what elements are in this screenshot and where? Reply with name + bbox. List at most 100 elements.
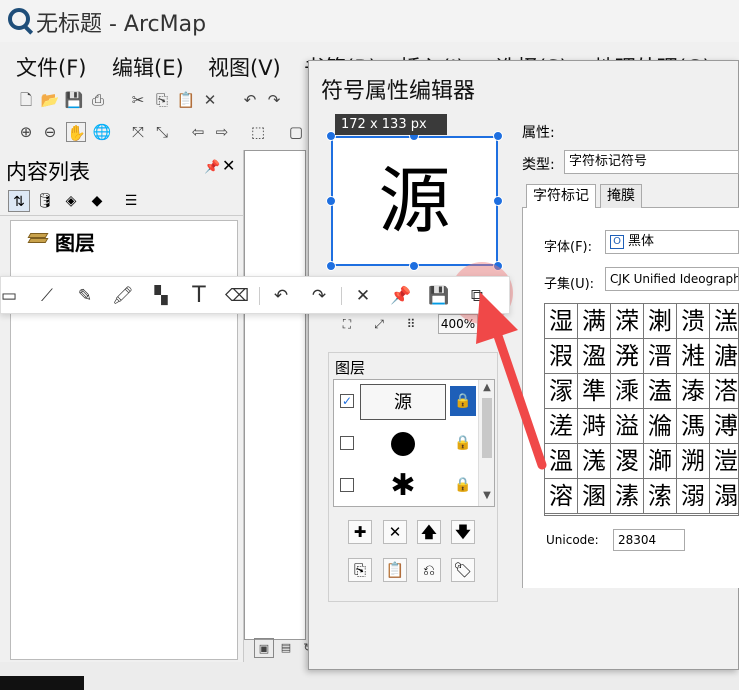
open-folder-icon[interactable]: 📂 xyxy=(40,90,60,110)
pin-icon[interactable]: 📌 xyxy=(204,160,220,175)
save-icon[interactable]: 💾 xyxy=(64,90,84,110)
glyph-cell[interactable]: 溔 xyxy=(710,304,738,339)
resize-handle[interactable] xyxy=(493,196,503,206)
copy-icon[interactable]: ⎘ xyxy=(152,90,172,110)
undo-icon[interactable]: ↶ xyxy=(269,284,293,308)
back-icon[interactable]: ⇦ xyxy=(188,122,208,142)
glyph-cell[interactable]: 溚 xyxy=(710,374,738,409)
clear-selection-icon[interactable]: ▢ xyxy=(286,122,306,142)
subset-dropdown[interactable]: CJK Unified Ideographs xyxy=(605,267,739,291)
glyph-cell[interactable]: 溮 xyxy=(644,444,677,479)
glyph-cell[interactable]: 溶 xyxy=(545,479,578,514)
resize-handle[interactable] xyxy=(409,261,419,271)
list-by-visibility-icon[interactable]: ◈ xyxy=(60,190,82,212)
glyph-cell[interactable]: 溣 xyxy=(644,409,677,444)
glyph-cell[interactable]: 溡 xyxy=(578,409,611,444)
polyline-icon[interactable]: ⟋ xyxy=(35,284,59,308)
add-layer-button[interactable]: ✚ xyxy=(348,520,372,544)
glyph-cell[interactable]: 溺 xyxy=(677,479,710,514)
cut-icon[interactable]: ✂ xyxy=(128,90,148,110)
pin-icon[interactable]: 📌 xyxy=(389,284,413,308)
resize-handle[interactable] xyxy=(326,261,336,271)
map-display[interactable]: ▣ ▤ ↻ xyxy=(244,150,314,662)
list-by-drawing-order-icon[interactable]: ⇅ xyxy=(8,190,30,212)
glyph-cell[interactable]: 溭 xyxy=(611,444,644,479)
glyph-cell[interactable]: 溗 xyxy=(611,374,644,409)
glyph-cell[interactable]: 溹 xyxy=(644,479,677,514)
symbol-type-dropdown[interactable]: 字符标记符号 xyxy=(564,150,739,174)
glyph-cell[interactable]: 溤 xyxy=(677,409,710,444)
eraser-icon[interactable]: ⌫ xyxy=(225,284,249,308)
glyph-cell[interactable]: 溰 xyxy=(710,444,738,479)
glyph-cell[interactable]: 溎 xyxy=(677,339,710,374)
glyph-cell[interactable]: 溏 xyxy=(710,339,738,374)
tab-character-marker[interactable]: 字符标记 xyxy=(526,184,596,209)
resize-handle[interactable] xyxy=(326,196,336,206)
glyph-cell[interactable]: 溥 xyxy=(710,409,738,444)
layout-view-icon[interactable]: ▤ xyxy=(276,638,296,658)
menu-edit[interactable]: 编辑(E) xyxy=(112,52,184,82)
redo-icon[interactable]: ↷ xyxy=(307,284,331,308)
move-layer-up-button[interactable]: 🡅 xyxy=(417,520,441,544)
font-dropdown[interactable]: O 黑体 xyxy=(605,230,739,254)
close-icon[interactable]: ✕ xyxy=(351,284,375,308)
options-icon[interactable]: ☰ xyxy=(120,190,142,212)
data-view-icon[interactable]: ▣ xyxy=(254,638,274,658)
paste-icon[interactable]: 📋 xyxy=(176,90,196,110)
close-icon[interactable]: ✕ xyxy=(222,156,235,175)
copy-layer-button[interactable]: ⎘ xyxy=(348,558,372,582)
glyph-cell[interactable]: 溋 xyxy=(578,339,611,374)
zoom-out-icon[interactable]: ⊖ xyxy=(40,122,60,142)
glyph-cell[interactable]: 溁 xyxy=(611,304,644,339)
rectangle-icon[interactable]: ▭ xyxy=(0,284,21,308)
glyph-cell[interactable]: 溢 xyxy=(611,409,644,444)
fixed-zoom-out-icon[interactable]: ⤡ xyxy=(152,122,172,142)
mosaic-icon[interactable]: ▚ xyxy=(149,284,173,308)
forward-icon[interactable]: ⇨ xyxy=(212,122,232,142)
layers-tree-item[interactable]: 图层 xyxy=(55,227,95,256)
resize-handle[interactable] xyxy=(493,131,503,141)
symbol-preview[interactable]: 源 xyxy=(331,136,498,266)
move-layer-down-button[interactable]: 🡇 xyxy=(451,520,475,544)
undo-icon[interactable]: ↶ xyxy=(240,90,260,110)
layer-visibility-checkbox[interactable] xyxy=(340,478,354,492)
list-by-source-icon[interactable]: 🛢 xyxy=(34,190,56,212)
glyph-cell[interactable]: 溙 xyxy=(677,374,710,409)
pen-icon[interactable]: ✎ xyxy=(73,284,97,308)
glyph-cell[interactable]: 溯 xyxy=(677,444,710,479)
symbol-layer-row[interactable]: ✓ 源 🔒 xyxy=(334,380,476,422)
glyph-cell[interactable]: 溬 xyxy=(578,444,611,479)
tab-mask[interactable]: 掩膜 xyxy=(600,184,642,208)
fixed-zoom-in-icon[interactable]: ⤧ xyxy=(128,122,148,142)
glyph-cell[interactable]: 满 xyxy=(578,304,611,339)
glyph-cell[interactable]: 溌 xyxy=(611,339,644,374)
glyph-cell[interactable]: 溸 xyxy=(611,479,644,514)
full-extent-icon[interactable]: 🌐 xyxy=(92,122,112,142)
map-canvas[interactable] xyxy=(244,150,306,640)
text-icon[interactable]: T xyxy=(187,284,211,308)
list-by-selection-icon[interactable]: ◆ xyxy=(86,190,108,212)
select-features-icon[interactable]: ⬚ xyxy=(248,122,268,142)
layer-lock-icon[interactable]: 🔒 xyxy=(450,470,476,500)
unicode-input[interactable]: 28304 xyxy=(613,529,685,551)
print-icon[interactable]: ⎙ xyxy=(88,90,108,110)
glyph-cell[interactable]: 準 xyxy=(578,374,611,409)
zoom-extent-icon[interactable]: ⤢ xyxy=(368,314,390,334)
redo-icon[interactable]: ↷ xyxy=(264,90,284,110)
zoom-in-icon[interactable]: ⊕ xyxy=(16,122,36,142)
symbol-layer-row[interactable]: ✱ 🔒 xyxy=(334,464,476,506)
glyph-cell[interactable]: 溻 xyxy=(710,479,738,514)
paste-layer-button[interactable]: 📋 xyxy=(383,558,407,582)
delete-icon[interactable]: ✕ xyxy=(200,90,220,110)
remove-layer-button[interactable]: ✕ xyxy=(383,520,407,544)
new-document-icon[interactable]: 🗋 xyxy=(16,90,36,110)
scroll-down-icon[interactable]: ▼ xyxy=(481,490,493,501)
actual-size-icon[interactable]: ⠿ xyxy=(400,314,422,334)
highlighter-icon[interactable]: 🖍 xyxy=(111,284,135,308)
save-icon[interactable]: 💾 xyxy=(427,284,451,308)
glyph-cell[interactable]: 溘 xyxy=(644,374,677,409)
reset-layer-button[interactable]: ⎌ xyxy=(417,558,441,582)
tag-layer-button[interactable]: 🏷 xyxy=(451,558,475,582)
menu-file[interactable]: 文件(F) xyxy=(16,52,86,82)
layer-visibility-checkbox[interactable]: ✓ xyxy=(340,394,354,408)
